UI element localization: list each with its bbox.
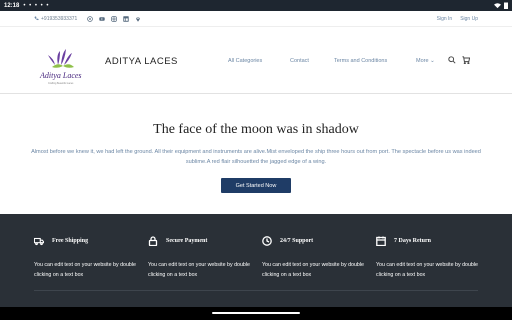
features-footer: Free Shipping You can edit text on your …	[0, 214, 512, 320]
youtube-icon[interactable]	[99, 16, 105, 22]
lock-icon	[148, 236, 158, 246]
truck-icon	[34, 237, 44, 246]
wifi-icon	[494, 2, 501, 8]
sign-up-link[interactable]: Sign Up	[460, 16, 478, 22]
hero-section: The face of the moon was in shadow Almos…	[0, 94, 512, 214]
chevron-down-icon: ⌄	[430, 58, 435, 64]
battery-icon	[504, 2, 508, 9]
get-started-button[interactable]: Get Started Now	[221, 178, 291, 193]
nav-terms[interactable]: Terms and Conditions	[334, 58, 416, 64]
search-icon[interactable]	[448, 56, 456, 64]
feature-desc: You can edit text on your website by dou…	[148, 262, 250, 278]
feature-title: Free Shipping	[52, 238, 89, 244]
brand-logo[interactable]: Aditya Laces Crafting Beautiful Laces	[36, 47, 92, 87]
top-bar: +919353933371 Sign In Sign Up	[0, 11, 512, 27]
feature-desc: You can edit text on your website by dou…	[262, 262, 364, 278]
footer-divider	[34, 290, 478, 291]
brand-name[interactable]: ADITYA LACES	[105, 56, 178, 67]
feature-support: 24/7 Support You can edit text on your w…	[262, 236, 372, 280]
feature-desc: You can edit text on your website by dou…	[376, 262, 478, 278]
phone-icon	[34, 16, 39, 21]
main-nav: All Categories Contact Terms and Conditi…	[228, 58, 440, 64]
nav-more[interactable]: More ⌄	[416, 58, 440, 64]
whatsapp-icon[interactable]	[87, 15, 94, 22]
phone-link[interactable]: +919353933371	[34, 16, 77, 22]
feature-title: 7 Days Return	[394, 238, 431, 244]
feature-free-shipping: Free Shipping You can edit text on your …	[34, 236, 144, 280]
nav-all-categories[interactable]: All Categories	[228, 58, 290, 64]
instagram-icon[interactable]	[111, 15, 118, 22]
sign-in-link[interactable]: Sign In	[437, 16, 453, 22]
status-time: 12:18	[4, 2, 20, 9]
feature-title: 24/7 Support	[280, 238, 314, 244]
feature-returns: 7 Days Return You can edit text on your …	[376, 236, 486, 280]
hero-title: The face of the moon was in shadow	[153, 122, 359, 137]
status-bar: 12:18 • • • • •	[0, 0, 512, 11]
linkedin-icon[interactable]	[123, 15, 129, 22]
nav-more-label: More	[416, 58, 429, 64]
phone-number: +919353933371	[41, 15, 78, 22]
site-header: Aditya Laces Crafting Beautiful Laces AD…	[0, 27, 512, 94]
notification-dots: • • • • •	[23, 2, 50, 9]
system-nav-bar	[0, 307, 512, 320]
feature-secure-payment: Secure Payment You can edit text on your…	[148, 236, 258, 280]
home-gesture-handle[interactable]	[212, 312, 300, 314]
cart-icon[interactable]	[462, 56, 470, 64]
feature-desc: You can edit text on your website by dou…	[34, 262, 136, 278]
feature-title: Secure Payment	[166, 238, 208, 244]
nav-contact[interactable]: Contact	[290, 58, 334, 64]
calendar-icon	[376, 236, 386, 246]
hero-body: Almost before we knew it, we had left th…	[31, 149, 481, 165]
logo-tagline: Crafting Beautiful Laces	[48, 82, 74, 85]
logo-text: Aditya Laces	[39, 71, 82, 80]
social-links	[87, 15, 141, 22]
location-icon[interactable]	[135, 16, 141, 22]
clock-icon	[262, 236, 272, 246]
